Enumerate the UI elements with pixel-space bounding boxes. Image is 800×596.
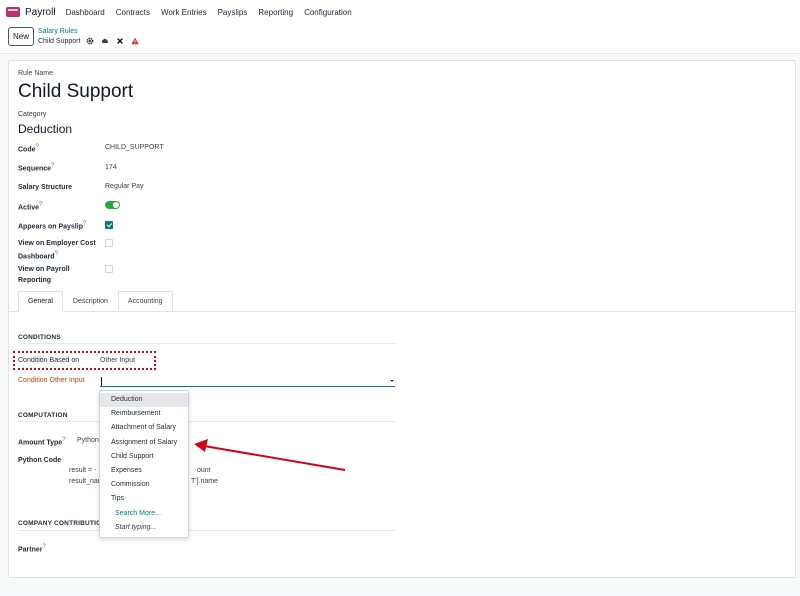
new-button[interactable]: New [8, 27, 34, 46]
salary-structure-field[interactable]: Regular Pay [105, 183, 144, 190]
tab-general[interactable]: General [18, 291, 63, 312]
tab-bar: General Description Accounting [18, 291, 173, 312]
active-toggle[interactable] [105, 201, 120, 209]
autocomplete-dropdown: Deduction Reimbursement Attachment of Sa… [99, 390, 189, 538]
dropdown-option-child-support[interactable]: Child Support [100, 450, 188, 464]
payroll-app-icon[interactable] [6, 7, 20, 17]
category-label: Category [18, 111, 47, 118]
category-field[interactable]: Deduction [18, 122, 72, 136]
code-line-1-tail[interactable]: ount [197, 467, 211, 474]
sequence-label: Sequence? [18, 163, 55, 173]
code-line-2-tail[interactable]: T'].name [191, 478, 218, 485]
control-panel: New Salary Rules Child Support [0, 24, 800, 54]
condition-other-input-field[interactable] [100, 375, 395, 387]
dropdown-start-typing-hint: Start typing... [115, 523, 157, 531]
conditions-divider [18, 343, 396, 344]
payroll-reporting-checkbox[interactable] [105, 265, 113, 273]
nav-contracts[interactable]: Contracts [116, 8, 150, 17]
nav-payslips[interactable]: Payslips [218, 8, 248, 17]
breadcrumb-current: Child Support [38, 37, 139, 45]
salary-structure-label: Salary Structure [18, 184, 73, 191]
breadcrumb-parent[interactable]: Salary Rules [38, 28, 78, 35]
gear-icon[interactable] [86, 37, 94, 45]
dropdown-option-tips[interactable]: Tips [100, 492, 188, 506]
tab-description[interactable]: Description [63, 291, 118, 312]
nav-work-entries[interactable]: Work Entries [161, 8, 207, 17]
rule-name-label: Rule Name [18, 70, 54, 77]
condition-other-input-label: Condition Other Input [18, 377, 85, 384]
text-cursor [101, 377, 102, 386]
discard-icon[interactable] [116, 37, 124, 45]
code-label: Code? [18, 144, 39, 154]
tab-accounting[interactable]: Accounting [117, 291, 173, 312]
partner-label: Partner? [18, 544, 46, 554]
conditions-section-title: CONDITIONS [18, 334, 61, 341]
active-label: Active? [18, 202, 43, 212]
app-name[interactable]: Payroll [25, 7, 56, 18]
dropdown-option-reimbursement[interactable]: Reimbursement [100, 407, 188, 421]
record-title: Child Support [38, 37, 81, 45]
employer-cost-label: View on Employer Cost Dashboard? [18, 240, 96, 261]
dropdown-option-assignment-of-salary[interactable]: Assignment of Salary [100, 436, 188, 450]
warning-icon[interactable] [131, 37, 139, 45]
amount-type-label: Amount Type? [18, 437, 66, 447]
computation-section-title: COMPUTATION [18, 412, 68, 419]
employer-cost-checkbox[interactable] [105, 239, 113, 247]
rule-name-field[interactable]: Child Support [18, 81, 133, 103]
code-line-2[interactable]: result_nar [69, 478, 100, 485]
dropdown-option-deduction[interactable]: Deduction [100, 393, 188, 408]
python-code-label: Python Code [18, 457, 62, 464]
computation-divider [18, 421, 396, 422]
nav-dashboard[interactable]: Dashboard [66, 8, 105, 17]
appears-on-payslip-checkbox[interactable] [105, 221, 113, 229]
code-field[interactable]: CHILD_SUPPORT [105, 144, 164, 151]
payroll-reporting-label: View on Payroll Reporting [18, 266, 70, 284]
amount-type-field[interactable]: Python [77, 437, 99, 444]
condition-based-on-field[interactable]: Other Input [100, 357, 135, 364]
sequence-field[interactable]: 174 [105, 164, 117, 171]
dropdown-search-more[interactable]: Search More... [100, 507, 188, 521]
appears-on-payslip-label: Appears on Payslip? [18, 221, 87, 231]
company-contribution-section-title: COMPANY CONTRIBUTIO [18, 520, 102, 527]
cloud-upload-icon[interactable] [101, 37, 109, 45]
dropdown-option-commission[interactable]: Commission [100, 478, 188, 492]
top-navbar: Payroll Dashboard Contracts Work Entries… [0, 0, 800, 24]
dropdown-option-attachment-of-salary[interactable]: Attachment of Salary [100, 421, 188, 435]
dropdown-caret-icon[interactable] [390, 380, 394, 382]
nav-configuration[interactable]: Configuration [304, 8, 352, 17]
code-line-1[interactable]: result = - [69, 467, 96, 474]
nav-reporting[interactable]: Reporting [258, 8, 293, 17]
dropdown-option-expenses[interactable]: Expenses [100, 464, 188, 478]
company-divider [18, 530, 396, 531]
condition-based-on-label: Condition Based on [18, 357, 80, 364]
